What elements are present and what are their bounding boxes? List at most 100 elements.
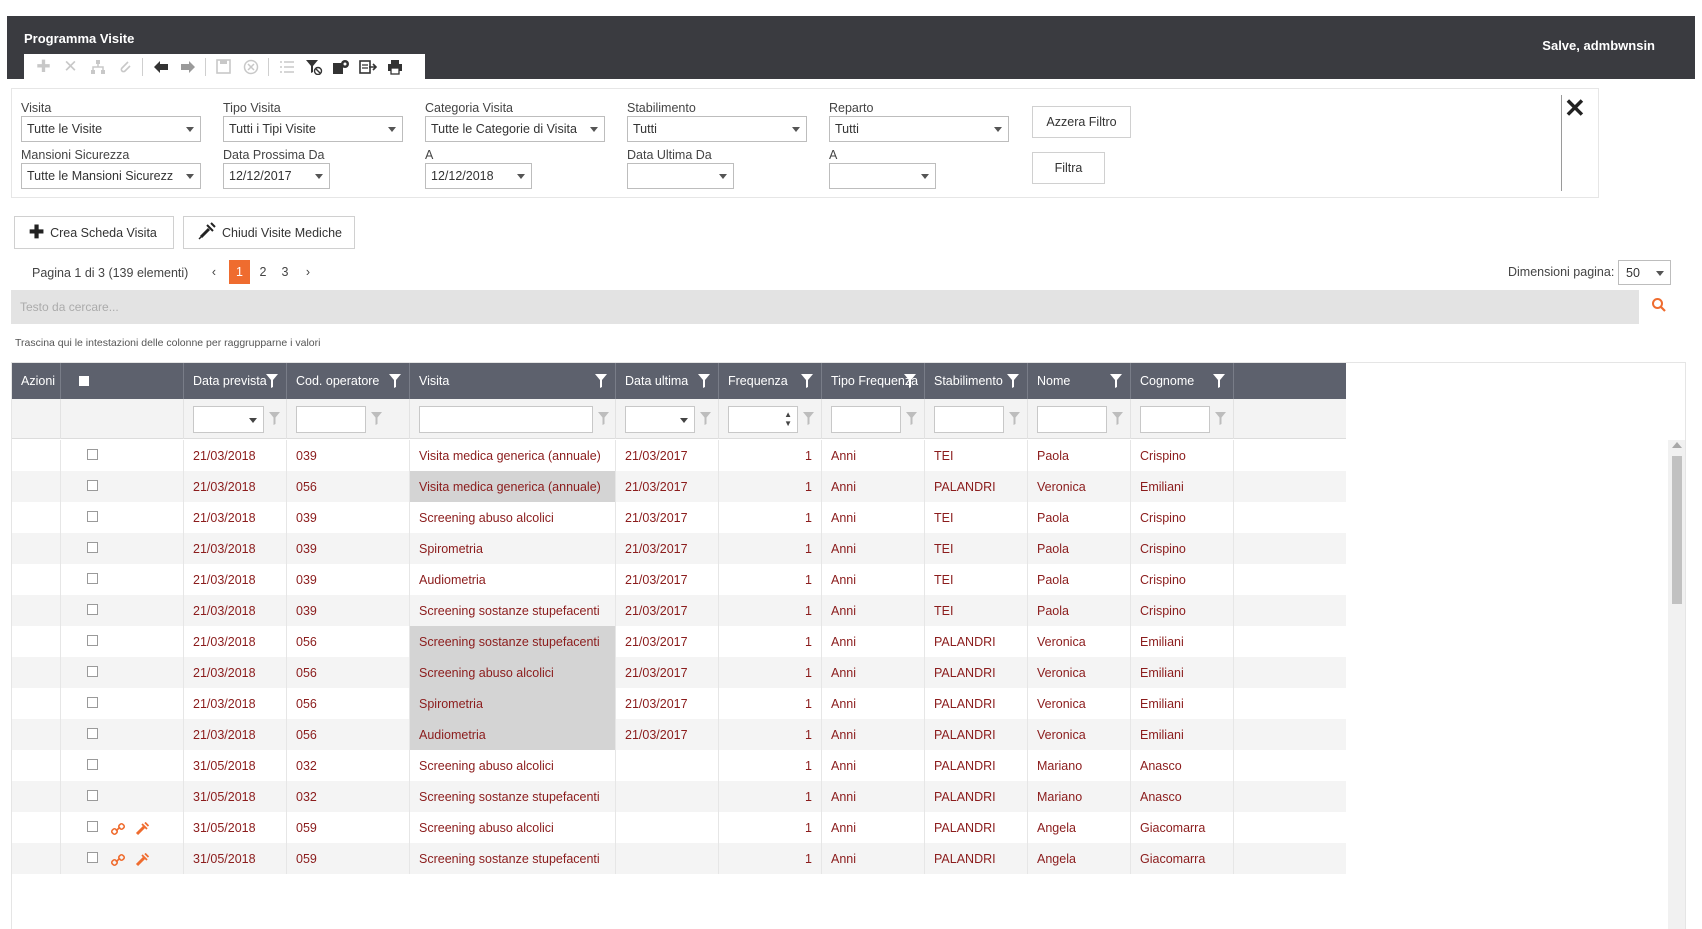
pager-prev-icon[interactable]: ‹ [208,260,220,284]
table-row[interactable]: 21/03/2018 039 Visita medica generica (ann… [12,440,1346,471]
row-checkbox[interactable] [87,821,98,832]
syringe-icon[interactable] [135,852,150,867]
cell-select[interactable] [61,440,184,471]
filter-stabilimento-select[interactable]: Tutti [627,116,807,142]
column-filter-input[interactable] [419,406,593,433]
filter-options-icon[interactable] [1112,412,1123,425]
print-icon[interactable] [381,56,408,78]
table-row[interactable]: 21/03/2018 056 Audiometria 21/03/2017 1 Anni P… [12,719,1346,750]
cancel-icon[interactable] [237,56,264,78]
column-filter-input[interactable] [193,406,264,433]
column-filter-input[interactable] [934,406,1004,433]
pager-page-3[interactable]: 3 [276,260,294,284]
link-icon[interactable] [110,853,126,867]
x-icon[interactable]: ✕ [57,56,84,78]
search-input[interactable] [11,290,1639,324]
filter-funnel-icon[interactable] [904,374,916,388]
header-col-data-ultima[interactable]: Data ultima [616,363,719,399]
filter-data-ultima-a-input[interactable] [829,163,936,189]
row-checkbox[interactable] [87,573,98,584]
cell-select[interactable] [61,843,184,874]
cell-select[interactable] [61,657,184,688]
table-row[interactable]: 21/03/2018 056 Visita medica generica (ann… [12,471,1346,502]
row-checkbox[interactable] [87,790,98,801]
table-row[interactable]: 21/03/2018 056 Spirometria 21/03/2017 1 Anni P… [12,688,1346,719]
filter-visita-select[interactable]: Tutte le Visite [21,116,201,142]
pager-page-2[interactable]: 2 [254,260,272,284]
header-col-visita[interactable]: Visita [410,363,616,399]
filter-options-icon[interactable] [371,412,382,425]
filter-funnel-icon[interactable] [389,374,401,388]
close-medical-visits-button[interactable]: Chiudi Visite Mediche [183,216,355,249]
row-checkbox[interactable] [87,449,98,460]
scroll-up-icon[interactable] [1672,442,1682,448]
header-col-cod-operatore[interactable]: Cod. operatore [287,363,410,399]
cell-select[interactable] [61,688,184,719]
row-checkbox[interactable] [87,635,98,646]
header-col-tipo-frequenza[interactable]: Tipo Frequenza [822,363,925,399]
filter-data-prossima-a-input[interactable]: 12/12/2018 [425,163,532,189]
column-filter-input[interactable] [1037,406,1107,433]
row-checkbox[interactable] [87,604,98,615]
row-checkbox[interactable] [87,728,98,739]
filter-options-icon[interactable] [598,412,609,425]
filter-funnel-icon[interactable] [1213,374,1225,388]
plus-icon[interactable]: ✚ [30,56,57,78]
cell-select[interactable] [61,750,184,781]
cell-select[interactable] [61,533,184,564]
table-row[interactable]: 21/03/2018 039 Audiometria 21/03/2017 1 Anni T… [12,564,1346,595]
table-row[interactable]: 21/03/2018 056 Screening sostanze stupefac… [12,626,1346,657]
arrow-right-icon[interactable] [174,56,201,78]
row-checkbox[interactable] [87,542,98,553]
cell-select[interactable] [61,812,184,843]
settings-icon[interactable] [327,56,354,78]
column-filter-input[interactable] [831,406,901,433]
row-checkbox[interactable] [87,511,98,522]
page-size-select[interactable]: 50 [1618,260,1671,285]
row-checkbox[interactable] [87,480,98,491]
vertical-scrollbar[interactable] [1668,440,1685,929]
filter-funnel-icon[interactable] [801,374,813,388]
table-row[interactable]: 21/03/2018 039 Spirometria 21/03/2017 1 Anni T… [12,533,1346,564]
row-checkbox[interactable] [87,697,98,708]
column-filter-input[interactable] [625,406,695,433]
header-col-stabilimento[interactable]: Stabilimento [925,363,1028,399]
column-filter-input[interactable] [1140,406,1210,433]
filter-options-icon[interactable] [803,412,814,425]
close-icon[interactable]: ✕ [1564,95,1586,121]
filter-options-icon[interactable] [906,412,917,425]
filter-categoria-select[interactable]: Tutte le Categorie di Visita [425,116,605,142]
table-row[interactable]: 31/05/2018 059 Screening sostanze stupefac… [12,843,1346,874]
header-col-select[interactable] [61,363,184,399]
column-filter-input[interactable]: ▲ ▼ [728,406,798,433]
filter-clear-icon[interactable] [300,56,327,78]
filter-funnel-icon[interactable] [698,374,710,388]
header-col-frequenza[interactable]: Frequenza [719,363,822,399]
pager-next-icon[interactable]: › [302,260,314,284]
save-icon[interactable] [210,56,237,78]
syringe-icon[interactable] [135,821,150,836]
column-filter-input[interactable] [296,406,366,433]
filter-funnel-icon[interactable] [1110,374,1122,388]
table-row[interactable]: 31/05/2018 032 Screening abuso alcolici 1 An… [12,750,1346,781]
cell-select[interactable] [61,502,184,533]
filter-options-icon[interactable] [700,412,711,425]
cell-select[interactable] [61,626,184,657]
header-col-cognome[interactable]: Cognome [1131,363,1234,399]
pager-page-1[interactable]: 1 [229,260,250,284]
select-all-checkbox[interactable] [79,376,89,386]
filter-options-icon[interactable] [269,412,280,425]
filter-funnel-icon[interactable] [595,374,607,388]
cell-select[interactable] [61,595,184,626]
filter-data-prossima-da-input[interactable]: 12/12/2017 [223,163,330,189]
table-row[interactable]: 21/03/2018 056 Screening abuso alcolici 21/… [12,657,1346,688]
filter-options-icon[interactable] [1215,412,1226,425]
create-visit-sheet-button[interactable]: ✚ Crea Scheda Visita [14,216,174,249]
attach-icon[interactable] [111,56,138,78]
cell-select[interactable] [61,719,184,750]
filter-options-icon[interactable] [1009,412,1020,425]
search-icon[interactable] [1651,297,1667,313]
cell-select[interactable] [61,781,184,812]
row-checkbox[interactable] [87,852,98,863]
filter-funnel-icon[interactable] [1007,374,1019,388]
